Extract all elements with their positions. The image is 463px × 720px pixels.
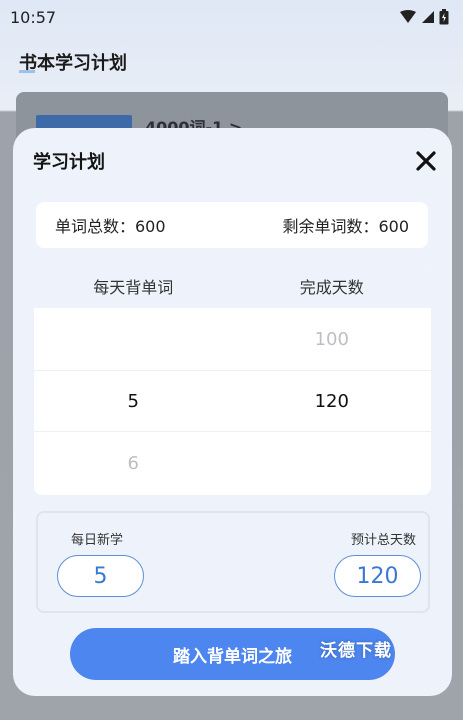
app-header: 书本学习计划 <box>0 34 463 90</box>
status-time: 10:57 <box>10 7 57 27</box>
signal-icon <box>422 11 434 23</box>
daily-new-label: 每日新学 <box>71 533 124 548</box>
picker-col-daily: 每天背单词 <box>93 278 174 297</box>
battery-icon <box>439 9 449 25</box>
title-underline <box>19 70 35 73</box>
total-words: 单词总数：600 <box>55 217 166 236</box>
close-button[interactable] <box>413 148 439 174</box>
picker-row-selected[interactable]: 5 120 <box>34 370 431 432</box>
picker-daily-value: 5 <box>127 390 139 412</box>
word-summary-card: 单词总数：600 剩余单词数：600 <box>36 202 428 248</box>
picker-header: 每天背单词 完成天数 <box>34 264 431 308</box>
picker-row[interactable]: 100 <box>34 308 431 370</box>
page-title: 书本学习计划 <box>19 53 127 74</box>
status-bar: 10:57 <box>0 0 463 34</box>
picker-row[interactable]: 6 <box>34 432 431 494</box>
plan-picker[interactable]: 每天背单词 完成天数 100 5 120 6 <box>34 264 431 495</box>
daily-new-value: 5 <box>57 555 144 597</box>
plan-result-card: 每日新学 5 预计总天数 120 <box>36 511 430 613</box>
total-days-value: 120 <box>334 555 421 597</box>
watermark: 沃德下载 <box>320 641 392 661</box>
status-icons <box>399 9 449 25</box>
remaining-words: 剩余单词数：600 <box>282 217 409 236</box>
picker-days-value: 100 <box>314 328 349 350</box>
picker-col-days: 完成天数 <box>299 278 364 297</box>
close-icon <box>416 151 436 171</box>
picker-days-value: 120 <box>314 390 349 412</box>
total-days-label: 预计总天数 <box>350 533 416 548</box>
study-plan-modal: 学习计划 单词总数：600 剩余单词数：600 每天背单词 完成天数 100 5… <box>13 128 452 696</box>
modal-title: 学习计划 <box>33 152 105 173</box>
picker-daily-value: 6 <box>127 452 139 474</box>
wifi-icon <box>400 10 416 23</box>
modal-header: 学习计划 <box>13 128 452 194</box>
